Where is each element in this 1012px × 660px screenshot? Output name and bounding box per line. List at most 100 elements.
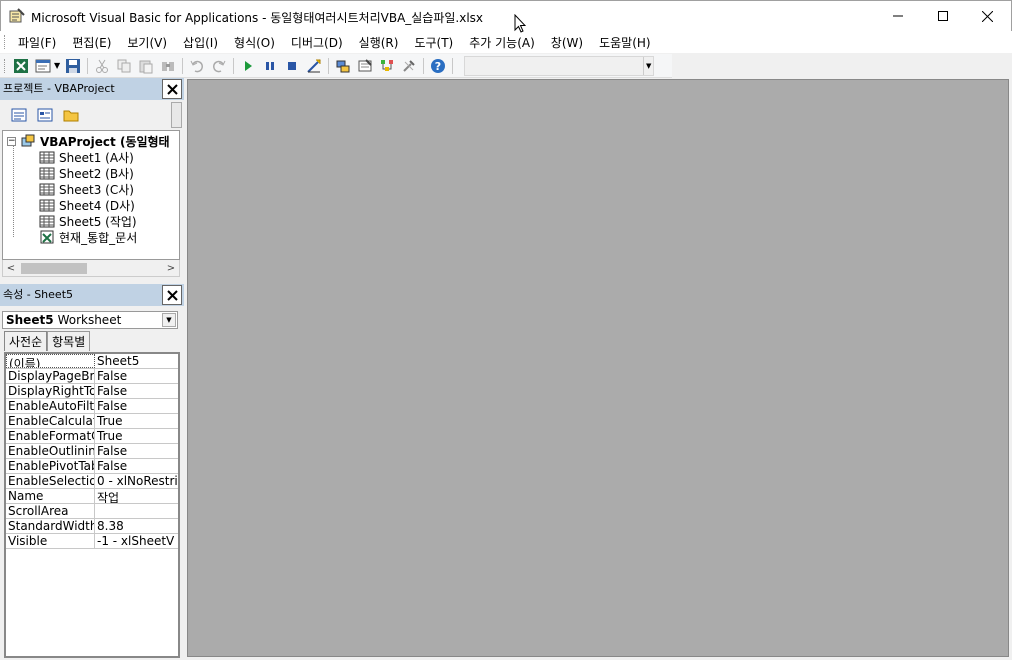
project-panel-header[interactable]: 프로젝트 - VBAProject [0, 78, 184, 100]
menu-debug[interactable]: 디버그(D) [283, 34, 351, 51]
property-row[interactable]: Name 작업 [6, 489, 178, 504]
property-row[interactable]: DisplayPageBre False [6, 369, 178, 384]
properties-panel-close-button[interactable] [162, 285, 182, 305]
project-explorer-icon [336, 60, 350, 72]
view-excel-button[interactable] [10, 55, 32, 77]
property-value[interactable]: 0 - xlNoRestri [95, 474, 178, 488]
property-row[interactable]: (이름) Sheet5 [6, 354, 178, 369]
close-button[interactable] [965, 1, 1010, 31]
property-value[interactable]: Sheet5 [95, 354, 178, 368]
tree-item-sheet4[interactable]: Sheet4 (D사) [39, 197, 135, 213]
property-row[interactable]: EnableSelectio 0 - xlNoRestri [6, 474, 178, 489]
tab-categorized[interactable]: 항목별 [47, 331, 91, 351]
redo-button[interactable] [208, 55, 230, 77]
project-horizontal-scrollbar[interactable]: < > [2, 260, 180, 277]
property-value[interactable]: False [95, 384, 178, 398]
tree-item-thisworkbook[interactable]: 현재_통합_문서 [39, 229, 137, 245]
properties-button[interactable] [354, 55, 376, 77]
property-value[interactable]: False [95, 459, 178, 473]
insert-module-button[interactable] [32, 55, 54, 77]
property-row[interactable]: EnablePivotTab False [6, 459, 178, 474]
minimize-button[interactable] [875, 1, 920, 31]
toolbar-separator [452, 57, 454, 74]
menu-file[interactable]: 파일(F) [10, 34, 64, 51]
scrollbar-thumb[interactable] [21, 263, 87, 274]
toolbar-grip[interactable] [4, 59, 7, 73]
menu-edit[interactable]: 편집(E) [64, 34, 119, 51]
property-value[interactable]: 작업 [95, 489, 178, 503]
property-name: Visible [6, 534, 95, 548]
design-mode-button[interactable] [303, 55, 325, 77]
chevron-down-icon[interactable]: ▼ [162, 313, 176, 327]
toolbar-separator [328, 57, 330, 74]
view-code-button[interactable] [8, 104, 30, 126]
toggle-folders-button[interactable] [60, 104, 82, 126]
object-selector[interactable]: Sheet5 Worksheet ▼ [2, 311, 178, 329]
property-value[interactable]: False [95, 399, 178, 413]
find-button[interactable] [157, 55, 179, 77]
menu-tools[interactable]: 도구(T) [406, 34, 461, 51]
help-button[interactable]: ? [427, 55, 449, 77]
property-value[interactable] [95, 504, 178, 518]
find-icon [162, 61, 175, 71]
property-row[interactable]: DisplayRightTo False [6, 384, 178, 399]
save-button[interactable] [62, 55, 84, 77]
menu-window[interactable]: 창(W) [543, 34, 591, 51]
maximize-button[interactable] [920, 1, 965, 31]
property-row[interactable]: ScrollArea [6, 504, 178, 519]
tree-item-label: Sheet4 (D사) [59, 198, 135, 213]
property-value[interactable]: True [95, 429, 178, 443]
menu-view[interactable]: 보기(V) [119, 34, 175, 51]
tree-root[interactable]: − VBAProject (동일형태 [7, 133, 170, 149]
view-object-button[interactable] [34, 104, 56, 126]
toolbar-location-field[interactable]: ▼ [464, 55, 655, 76]
property-value[interactable]: True [95, 414, 178, 428]
tab-alphabetic[interactable]: 사전순 [4, 331, 48, 351]
paste-button[interactable] [135, 55, 157, 77]
tree-item-sheet5[interactable]: Sheet5 (작업) [39, 213, 137, 229]
run-button[interactable] [237, 55, 259, 77]
chevron-down-icon[interactable]: ▼ [643, 56, 653, 75]
property-row[interactable]: EnableAutoFilte False [6, 399, 178, 414]
menu-help[interactable]: 도움말(H) [591, 34, 659, 51]
property-row[interactable]: EnableFormatC True [6, 429, 178, 444]
property-row[interactable]: EnableCalculat True [6, 414, 178, 429]
object-browser-button[interactable] [376, 55, 398, 77]
property-value[interactable]: False [95, 369, 178, 383]
toolbox-button[interactable] [398, 55, 420, 77]
project-toolbar-scroll[interactable] [171, 102, 182, 128]
tree-item-sheet3[interactable]: Sheet3 (C사) [39, 181, 134, 197]
properties-panel-header[interactable]: 속성 - Sheet5 [0, 284, 184, 306]
properties-icon [358, 58, 372, 71]
project-panel-close-button[interactable] [162, 79, 182, 99]
property-row[interactable]: StandardWidth 8.38 [6, 519, 178, 534]
property-value[interactable]: 8.38 [95, 519, 178, 533]
property-row[interactable]: EnableOutlining False [6, 444, 178, 459]
copy-button[interactable] [113, 55, 135, 77]
menu-format[interactable]: 형식(O) [226, 34, 283, 51]
reset-button[interactable] [281, 55, 303, 77]
collapse-icon[interactable]: − [7, 136, 16, 146]
property-name: EnableFormatC [8, 429, 95, 443]
menu-run[interactable]: 실행(R) [351, 34, 407, 51]
menu-addins[interactable]: 추가 기능(A) [461, 34, 543, 51]
menu-insert[interactable]: 삽입(I) [175, 34, 226, 51]
property-name: (이름) [6, 354, 95, 368]
title-bar[interactable]: Microsoft Visual Basic for Applications … [0, 0, 1012, 31]
cut-button[interactable] [91, 55, 113, 77]
tree-item-sheet1[interactable]: Sheet1 (A사) [39, 149, 134, 165]
tree-root-label: VBAProject (동일형태 [40, 134, 170, 149]
project-explorer-button[interactable] [332, 55, 354, 77]
scroll-right-icon[interactable]: > [165, 262, 177, 274]
code-workspace[interactable] [187, 79, 1009, 657]
worksheet-icon [39, 198, 55, 212]
property-value[interactable]: False [95, 444, 178, 458]
menubar-grip[interactable] [4, 35, 7, 49]
property-row[interactable]: Visible -1 - xlSheetV [6, 534, 178, 549]
tree-item-sheet2[interactable]: Sheet2 (B사) [39, 165, 134, 181]
property-value[interactable]: -1 - xlSheetV [95, 534, 178, 548]
undo-button[interactable] [186, 55, 208, 77]
break-button[interactable] [259, 55, 281, 77]
scroll-left-icon[interactable]: < [5, 262, 17, 274]
object-name: Sheet5 [6, 313, 54, 327]
